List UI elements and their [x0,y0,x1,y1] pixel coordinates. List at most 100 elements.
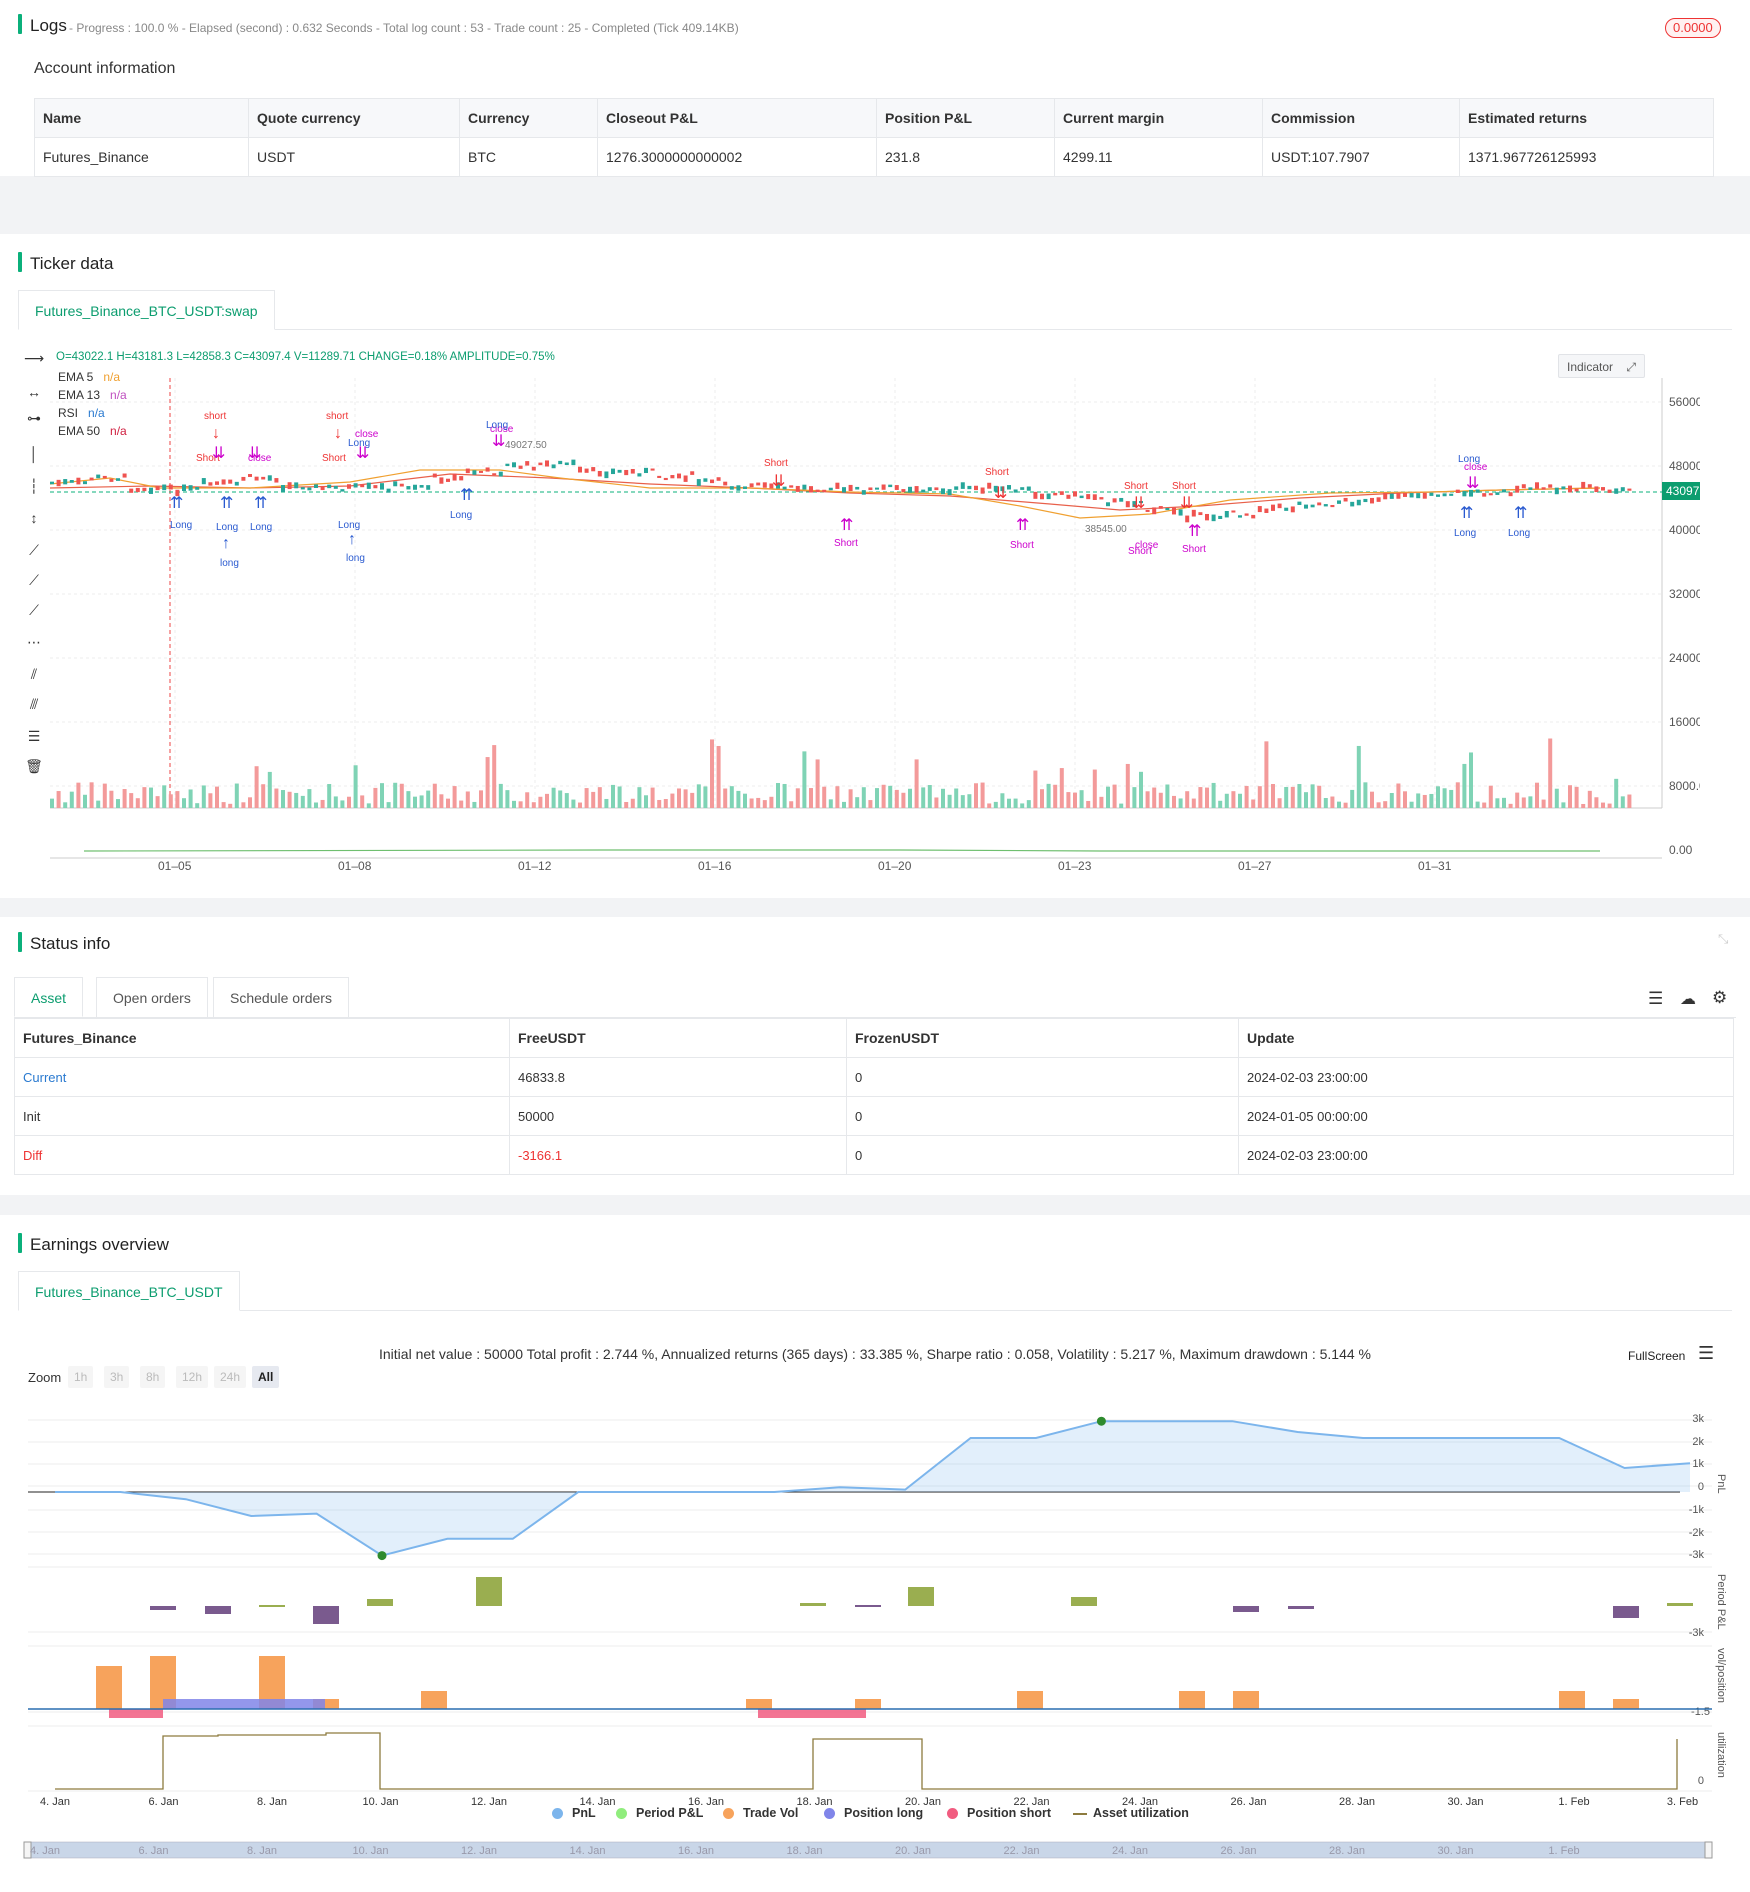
candle [459,476,464,481]
candle [492,473,497,476]
volume-bar [1224,793,1229,808]
candle [1521,484,1526,489]
candle [1541,487,1546,490]
volume-bar [1152,787,1157,808]
collapse-icon[interactable]: ⤡ [1718,931,1728,947]
legend-period-pnl[interactable]: Period P&L [636,1806,703,1820]
nav-tick: 12. Jan [461,1845,497,1857]
volume-bar [50,798,54,808]
volume-bar [1396,783,1401,808]
col-header: Futures_Binance [14,1018,510,1058]
high-price-marker: 49027.50 [505,440,547,451]
x-tick: 01–08 [338,859,372,873]
y-tick: 56000.00 [1669,395,1700,409]
volume-bar [89,782,94,808]
col-header: Estimated returns [1459,98,1714,138]
legend-asset-utilization[interactable]: Asset utilization [1093,1806,1189,1820]
tab-asset[interactable]: Asset [14,977,84,1017]
vol-bar [1559,1691,1585,1709]
candle [386,488,391,493]
volume-bar [1449,789,1454,808]
volume-bar [690,792,695,808]
volume-bar [76,782,81,808]
candle [941,488,945,495]
volume-bar [795,788,800,808]
zoom-3h[interactable]: 3h [104,1366,130,1388]
zoom-12h[interactable]: 12h [176,1366,209,1388]
candle [828,487,833,491]
legend-position-short[interactable]: Position short [967,1806,1051,1820]
cloud-upload-icon[interactable]: ☁ [1680,989,1696,1009]
volume-bar [1416,793,1421,808]
volume-bar [1185,791,1190,808]
candle [954,486,959,490]
candle [1264,508,1269,513]
navigator-handle-right[interactable] [1704,1841,1713,1859]
arrow-up-icon: ⇈ [1188,523,1201,540]
vol-bar [855,1699,881,1709]
volume-bar [1257,786,1262,808]
list-icon[interactable]: ☰ [1648,989,1663,1009]
candle [1502,489,1506,493]
section-marker [18,1233,22,1253]
row-label-init: Init [14,1096,510,1136]
arrow-up-icon: ⇈ [1016,517,1029,534]
volume-bar [1172,795,1176,808]
arrow-down-icon: ↓ [212,425,220,442]
candle [657,475,662,478]
candle [1099,497,1104,500]
tab-open-orders[interactable]: Open orders [96,977,208,1017]
candle [162,484,167,491]
zoom-8h[interactable]: 8h [140,1366,166,1388]
volume-bar [1092,769,1097,808]
arrow-up-icon: ⇈ [254,495,267,512]
section-marker [18,932,22,952]
candle [333,485,338,489]
legend-trade-vol[interactable]: Trade Vol [743,1806,798,1820]
candle [987,482,992,489]
volume-bar [901,792,906,808]
zoom-24h[interactable]: 24h [214,1366,247,1388]
tab-schedule-orders[interactable]: Schedule orders [213,977,349,1017]
zoom-1h[interactable]: 1h [68,1366,94,1388]
volume-bar [947,794,952,808]
zoom-all[interactable]: All [252,1366,280,1388]
pnl-max-point [1096,1416,1106,1426]
candle [1106,502,1110,507]
volume-bar [749,798,754,808]
volume-bar [399,783,404,808]
candle [135,487,140,493]
fullscreen-button[interactable]: FullScreen [1628,1349,1685,1363]
gear-icon[interactable]: ⚙ [1712,988,1727,1008]
legend-position-long[interactable]: Position long [844,1806,923,1820]
menu-icon[interactable]: ☰ [1698,1343,1714,1364]
trade-marker-label: Short [985,467,1009,478]
volume-bar [1191,798,1196,808]
candle [1594,486,1599,493]
row-label-current[interactable]: Current [14,1057,510,1097]
trade-marker-label: Long [338,520,360,531]
volume-bar [1554,788,1559,808]
volume-bar [663,799,668,808]
candle [630,468,635,474]
price-chart[interactable]: 56000.00 48000.00 40000.00 32000.00 2400… [0,338,1700,878]
candle [795,485,800,492]
axis-titles: PnL Period P&L vol/position utilization [1715,1474,1727,1778]
volume-bar [809,788,813,808]
arrow-down-icon: ⇊ [994,485,1007,502]
nav-tick: 20. Jan [895,1845,931,1857]
candle [677,473,681,479]
candle [1482,493,1487,497]
volume-bar [650,787,655,808]
volume-bar [696,784,701,808]
candle [1198,512,1203,516]
volume-bar [1165,784,1170,808]
legend-pnl[interactable]: PnL [572,1806,596,1820]
y-tick: -3k [1689,1627,1705,1639]
volume-bar [1119,803,1124,808]
tab-earnings-symbol[interactable]: Futures_Binance_BTC_USDT [18,1271,240,1311]
tab-ticker-symbol[interactable]: Futures_Binance_BTC_USDT:swap [18,290,275,330]
col-header: Commission [1262,98,1460,138]
candle [696,479,701,486]
trade-marker-label: Long [1458,454,1480,465]
